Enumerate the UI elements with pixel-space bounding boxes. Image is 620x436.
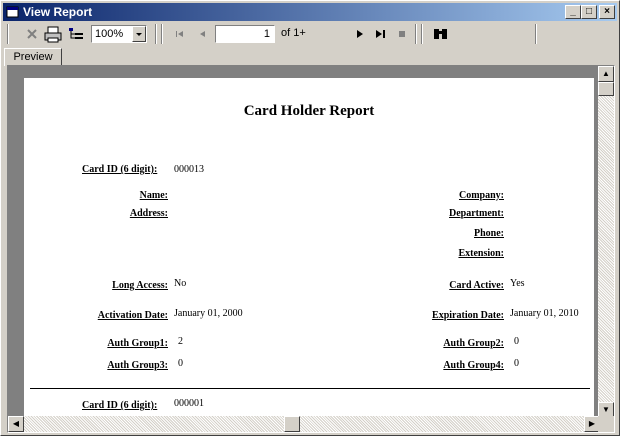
maximize-button[interactable]: □ xyxy=(581,5,597,19)
vertical-scroll-thumb[interactable] xyxy=(598,82,614,96)
long-access-label: Long Access: xyxy=(112,280,168,291)
first-page-icon[interactable] xyxy=(173,24,187,44)
scroll-up-icon[interactable]: ▲ xyxy=(598,66,614,82)
activation-date-value: January 01, 2000 xyxy=(174,308,243,319)
card-id-value: 000001 xyxy=(174,398,204,409)
last-page-icon[interactable] xyxy=(373,24,387,44)
next-page-icon[interactable] xyxy=(353,24,367,44)
close-button[interactable]: × xyxy=(599,5,615,19)
title-bar: View Report _ □ × xyxy=(3,3,617,21)
horizontal-scrollbar[interactable]: ◀ ▶ xyxy=(8,416,600,432)
auth-group2-label: Auth Group2: xyxy=(443,338,504,349)
auth-group1-label: Auth Group1: xyxy=(107,338,168,349)
phone-label: Phone: xyxy=(474,228,504,239)
zoom-select[interactable]: 100% xyxy=(91,25,147,43)
card-active-value: Yes xyxy=(510,278,525,289)
page-number-input[interactable]: 1 xyxy=(215,25,275,43)
auth-group1-value: 2 xyxy=(178,336,183,347)
card-id-label: Card ID (6 digit): xyxy=(82,400,158,411)
auth-group3-value: 0 xyxy=(178,358,183,369)
app-icon xyxy=(6,6,19,18)
report-window: View Report _ □ × 100% 1 of 1+ Preview C… xyxy=(0,0,620,436)
scrollbar-corner xyxy=(598,416,614,432)
card-id-label: Card ID (6 digit): xyxy=(82,164,158,175)
report-title: Card Holder Report xyxy=(243,103,375,119)
card-id-value: 000013 xyxy=(174,164,204,175)
auth-group4-label: Auth Group4: xyxy=(443,360,504,371)
card-active-label: Card Active: xyxy=(449,280,504,291)
toolbar-separator xyxy=(535,24,537,44)
auth-group2-value: 0 xyxy=(514,336,519,347)
minimize-button[interactable]: _ xyxy=(565,5,581,19)
toolbar-separator xyxy=(421,24,423,44)
zoom-value: 100% xyxy=(95,28,124,40)
print-icon[interactable] xyxy=(43,24,63,44)
stop-icon[interactable] xyxy=(395,24,409,44)
toolbar-separator xyxy=(155,24,157,44)
department-label: Department: xyxy=(449,208,504,219)
toolbar-separator xyxy=(161,24,163,44)
group-tree-icon[interactable] xyxy=(66,24,86,44)
window-title: View Report xyxy=(23,5,93,19)
previous-page-icon[interactable] xyxy=(195,24,209,44)
company-label: Company: xyxy=(458,190,504,201)
long-access-value: No xyxy=(174,278,187,289)
expiration-date-value: January 01, 2010 xyxy=(510,308,579,319)
tab-preview[interactable]: Preview xyxy=(4,48,62,66)
report-viewport[interactable]: Card Holder Report Card ID (6 digit): 00… xyxy=(7,65,615,433)
auth-group4-value: 0 xyxy=(514,358,519,369)
activation-date-label: Activation Date: xyxy=(97,310,168,321)
extension-label: Extension: xyxy=(458,248,504,259)
toolbar-separator xyxy=(415,24,417,44)
auth-group3-label: Auth Group3: xyxy=(107,360,168,371)
binoculars-icon[interactable] xyxy=(431,24,451,44)
report-page: Card Holder Report Card ID (6 digit): 00… xyxy=(24,78,594,432)
horizontal-scroll-thumb[interactable] xyxy=(284,416,300,432)
address-label: Address: xyxy=(129,208,168,219)
name-label: Name: xyxy=(139,190,168,201)
toolbar-separator xyxy=(7,24,9,44)
vertical-scrollbar[interactable]: ▲ ▼ xyxy=(598,66,614,418)
page-count: of 1+ xyxy=(281,27,306,39)
record-divider xyxy=(30,388,590,389)
toolbar: 100% 1 of 1+ xyxy=(3,22,617,46)
chevron-down-icon[interactable] xyxy=(132,26,146,42)
scroll-left-icon[interactable]: ◀ xyxy=(8,416,24,432)
close-report-icon[interactable] xyxy=(23,24,41,44)
expiration-date-label: Expiration Date: xyxy=(432,310,504,321)
